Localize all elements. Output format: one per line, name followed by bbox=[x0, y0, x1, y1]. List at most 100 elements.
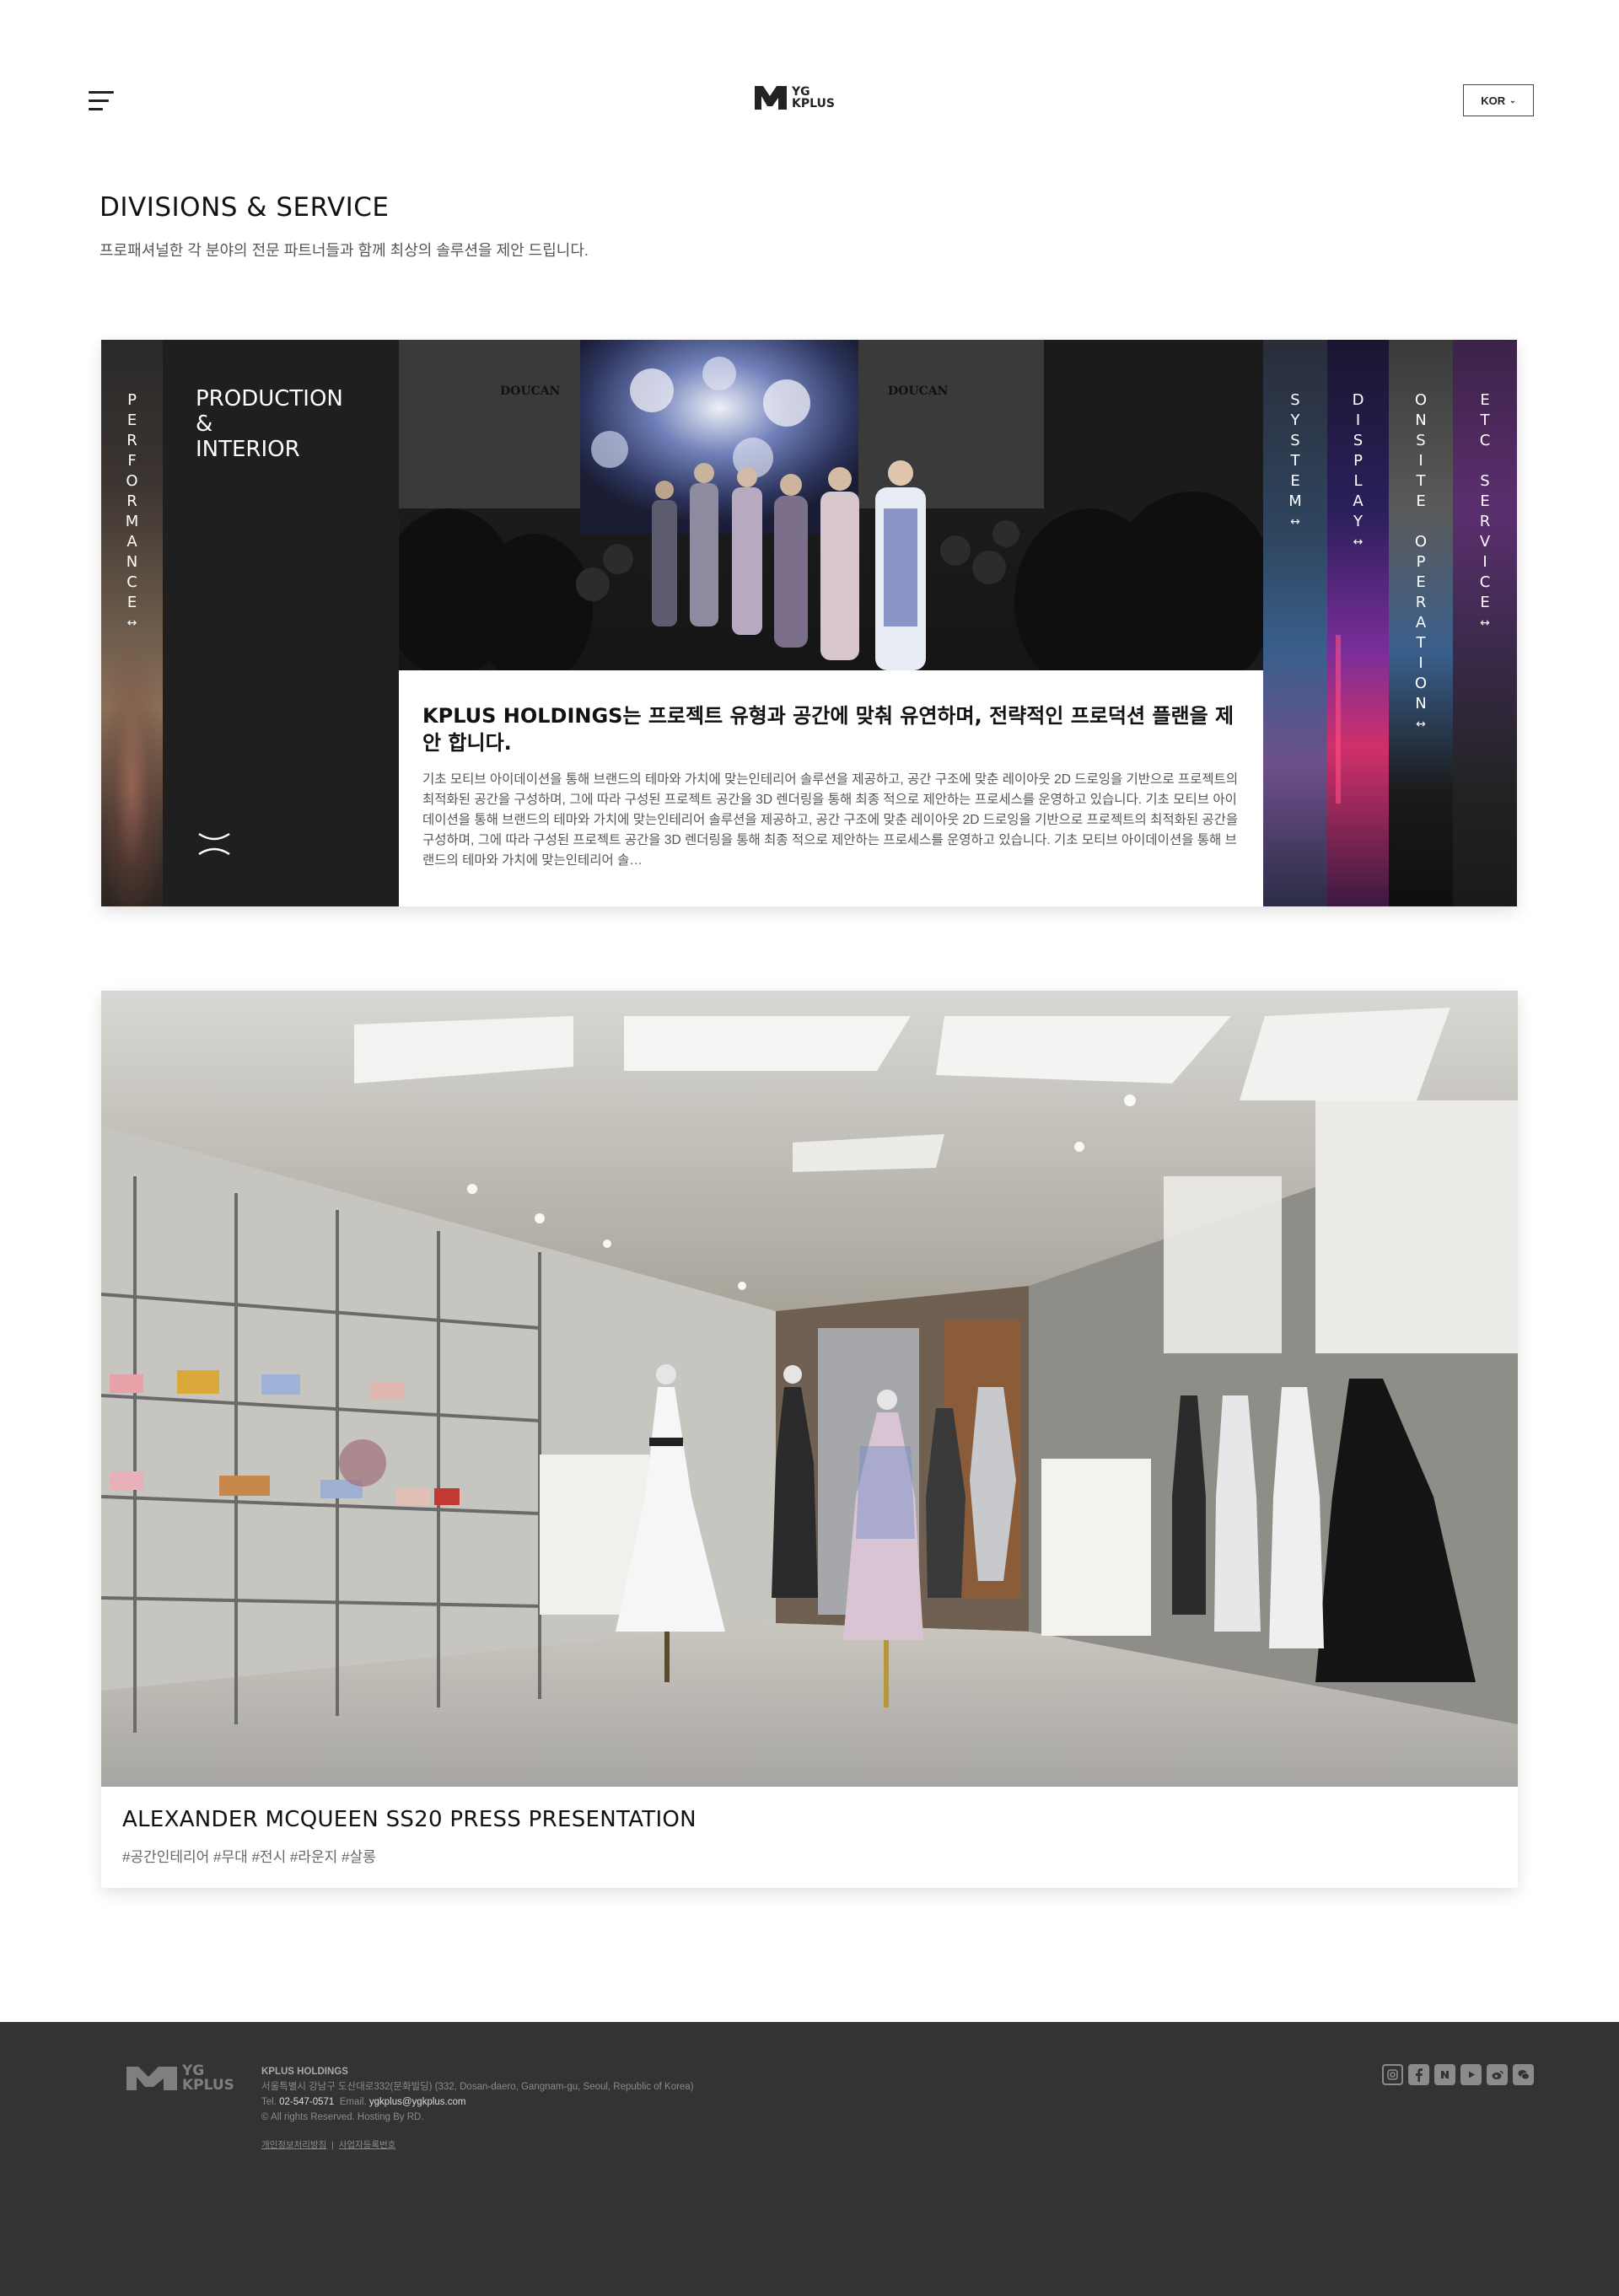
tab-label-letter: R bbox=[126, 432, 137, 449]
tab-label-letter: C bbox=[1479, 432, 1491, 449]
tab-label-letter: O bbox=[1414, 533, 1428, 551]
facebook-icon[interactable] bbox=[1408, 2064, 1429, 2085]
footer-company: KPLUS HOLDINGS bbox=[261, 2067, 348, 2077]
expand-arrow-icon: ↔ bbox=[1416, 718, 1426, 731]
footer-logo[interactable]: YG KPLUS bbox=[126, 2064, 234, 2093]
tab-etc-service-label: ETC S E R V I C E ↔ bbox=[1453, 390, 1517, 632]
hamburger-menu-icon[interactable] bbox=[89, 91, 114, 111]
division-description: KPLUS HOLDINGS는 프로젝트 유형과 공간에 맞춰 유연하며, 전략… bbox=[399, 670, 1263, 906]
tab-label-letter: T bbox=[1416, 634, 1426, 652]
tab-label-letter: R bbox=[1415, 594, 1427, 611]
tab-label-letter: O bbox=[126, 472, 138, 490]
language-select[interactable]: KOR ⌄ bbox=[1463, 84, 1534, 116]
tab-label-letter: E bbox=[1416, 492, 1426, 510]
footer-address: 서울특별시 강남구 도산대로332(문화빌딩) (332, Dosan-daer… bbox=[261, 2082, 694, 2092]
youtube-icon[interactable] bbox=[1460, 2064, 1482, 2085]
tel-label: Tel. bbox=[261, 2097, 277, 2107]
tab-system[interactable]: S Y S T E M ↔ bbox=[1263, 340, 1327, 906]
footer-contact: Tel. 02-547-0571 Email. ygkplus@ygkplus.… bbox=[261, 2094, 694, 2110]
link-separator: | bbox=[331, 2140, 334, 2150]
division-hero-image: DOUCAN DOUCAN bbox=[399, 340, 1263, 670]
project-tags: #공간인테리어 #무대 #전시 #라운지 #살롱 bbox=[122, 1849, 376, 1865]
tab-label-letter: M bbox=[1288, 492, 1302, 510]
yg-logo-icon bbox=[126, 2067, 177, 2090]
tab-label-letter: S bbox=[1353, 432, 1364, 449]
tab-label-letter: N bbox=[126, 553, 138, 571]
tab-label-letter: E bbox=[1480, 492, 1490, 510]
tel-number[interactable]: 02-547-0571 bbox=[279, 2097, 334, 2107]
tab-display[interactable]: D I S P L A Y ↔ bbox=[1327, 340, 1389, 906]
division-heading: KPLUS HOLDINGS는 프로젝트 유형과 공간에 맞춰 유연하며, 전략… bbox=[422, 704, 1234, 755]
tab-label-letter: L bbox=[1353, 472, 1363, 490]
tab-label-letter: E bbox=[1416, 573, 1426, 591]
active-division-title: PRODUCTION & INTERIOR bbox=[196, 386, 343, 462]
tab-label-letter: P bbox=[1416, 553, 1426, 571]
site-logo[interactable]: YG KPLUS bbox=[755, 84, 835, 111]
tab-label-letter: I bbox=[1418, 452, 1423, 470]
naver-blog-icon[interactable] bbox=[1434, 2064, 1455, 2085]
tab-label-letter: M bbox=[125, 513, 139, 530]
project-card[interactable]: ALEXANDER MCQUEEN SS20 PRESS PRESENTATIO… bbox=[101, 991, 1518, 1888]
chevron-down-icon: ⌄ bbox=[1509, 95, 1516, 105]
email-label: Email. bbox=[339, 2097, 367, 2107]
tab-label-letter: C bbox=[1479, 573, 1491, 591]
expand-arrow-icon: ↔ bbox=[1353, 535, 1364, 549]
tab-label-letter: I bbox=[1482, 553, 1487, 571]
divisions-accordion: P E R F O R M A N C E ↔ PRODUCTION & INTERIOR bbox=[101, 340, 1517, 906]
tab-label-letter: S bbox=[1416, 432, 1426, 449]
tab-label-letter: S bbox=[1290, 391, 1300, 409]
tab-label-letter: D bbox=[1352, 391, 1364, 409]
project-image bbox=[101, 991, 1518, 1787]
email-address[interactable]: ygkplus@ygkplus.com bbox=[369, 2097, 466, 2107]
tab-performance[interactable]: P E R F O R M A N C E ↔ bbox=[101, 340, 163, 906]
tab-label-letter: N bbox=[1415, 695, 1427, 712]
footer-copyright: © All rights Reserved. Hosting By RD. bbox=[261, 2112, 424, 2122]
tab-label-letter: I bbox=[1355, 411, 1361, 429]
footer-logo-text: YG KPLUS bbox=[182, 2062, 234, 2094]
tab-label-letter: P bbox=[1353, 452, 1363, 470]
language-label: KOR bbox=[1481, 94, 1506, 107]
tab-label-letter: E bbox=[126, 594, 137, 611]
tab-system-label: S Y S T E M ↔ bbox=[1263, 390, 1327, 530]
tab-label-letter: T bbox=[1480, 411, 1490, 429]
project-title[interactable]: ALEXANDER MCQUEEN SS20 PRESS PRESENTATIO… bbox=[122, 1807, 697, 1832]
tab-label-letter: A bbox=[126, 533, 137, 551]
tab-label-letter: R bbox=[1479, 513, 1491, 530]
division-body-text: 기초 모티브 아이데이션을 통해 브랜드의 테마와 가치에 맞는인테리어 솔루션… bbox=[422, 772, 1239, 868]
collapse-icon[interactable] bbox=[196, 831, 233, 858]
weibo-icon[interactable] bbox=[1487, 2064, 1508, 2085]
instagram-icon[interactable] bbox=[1382, 2064, 1403, 2085]
tab-display-label: D I S P L A Y ↔ bbox=[1327, 390, 1389, 551]
expand-arrow-icon: ↔ bbox=[1290, 515, 1300, 529]
tab-label-letter bbox=[1482, 451, 1487, 471]
brand-signage-right: DOUCAN bbox=[888, 384, 949, 398]
privacy-policy-link[interactable]: 개인정보처리방침 bbox=[261, 2140, 326, 2150]
showroom-photo bbox=[101, 991, 1518, 1787]
tab-label-letter: V bbox=[1479, 533, 1491, 551]
tab-label-letter: I bbox=[1418, 654, 1423, 672]
tab-label-letter: O bbox=[1414, 391, 1428, 409]
tab-label-letter: A bbox=[1353, 492, 1364, 510]
logo-text: YG KPLUS bbox=[792, 85, 835, 110]
tab-label-letter bbox=[1418, 512, 1423, 532]
wechat-icon[interactable] bbox=[1513, 2064, 1534, 2085]
footer-info: KPLUS HOLDINGS 서울특별시 강남구 도산대로332(문화빌딩) (… bbox=[261, 2064, 694, 2125]
tab-label-letter: E bbox=[1480, 391, 1490, 409]
tab-etc-service[interactable]: ETC S E R V I C E ↔ bbox=[1453, 340, 1517, 906]
tab-label-letter: F bbox=[127, 452, 137, 470]
site-footer: YG KPLUS KPLUS HOLDINGS 서울특별시 강남구 도산대로33… bbox=[0, 2022, 1619, 2296]
active-division-panel: PRODUCTION & INTERIOR bbox=[163, 340, 399, 906]
tab-performance-label: P E R F O R M A N C E ↔ bbox=[101, 390, 163, 632]
expand-arrow-icon: ↔ bbox=[126, 616, 137, 630]
tab-label-letter: S bbox=[1480, 472, 1490, 490]
yg-logo-icon bbox=[755, 86, 787, 110]
tab-label-letter: O bbox=[1414, 675, 1428, 692]
business-registration-link[interactable]: 사업자등록번호 bbox=[339, 2140, 396, 2150]
tab-label-letter: R bbox=[126, 492, 137, 510]
tab-label-letter: Y bbox=[1290, 411, 1300, 429]
tab-label-letter: N bbox=[1415, 411, 1427, 429]
tab-label-letter: E bbox=[126, 411, 137, 429]
tab-label-letter: Y bbox=[1353, 513, 1363, 530]
tab-label-letter: A bbox=[1415, 614, 1427, 632]
tab-onsite-operation[interactable]: ONSITE O P E R A T I O N ↔ bbox=[1389, 340, 1453, 906]
